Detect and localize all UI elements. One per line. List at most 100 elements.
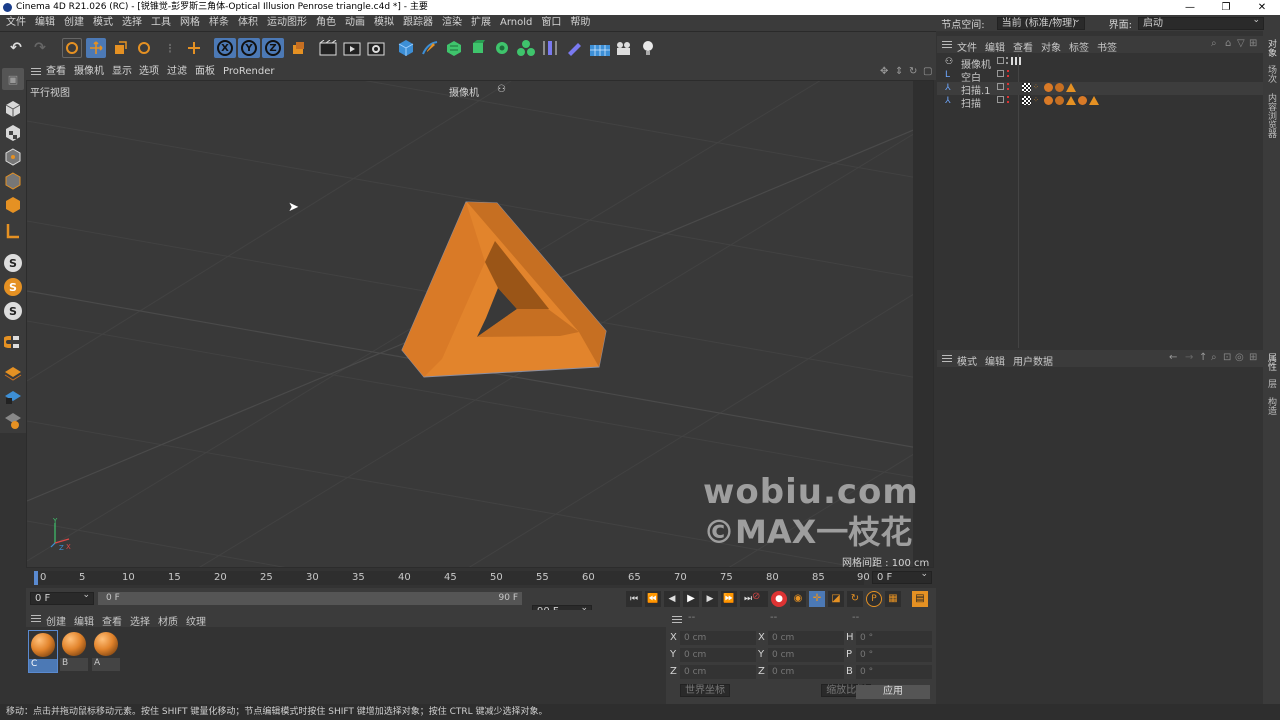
- play-icon[interactable]: ▶: [683, 591, 699, 607]
- key-parameter-icon[interactable]: P: [866, 591, 882, 607]
- phong-tag-icon[interactable]: [1022, 96, 1031, 105]
- bend-deformer-icon[interactable]: [540, 38, 560, 58]
- render-settings-icon[interactable]: [366, 38, 386, 58]
- light-object-icon[interactable]: [638, 38, 658, 58]
- node-space-dropdown[interactable]: 当前 (标准/物理): [996, 15, 1085, 30]
- object-filter-icon[interactable]: ▽: [1237, 38, 1245, 49]
- range-slider[interactable]: 0 F 90 F: [98, 592, 522, 605]
- attribute-menu-edit[interactable]: 编辑: [985, 353, 1005, 368]
- attribute-new-window-icon[interactable]: ⊞: [1249, 352, 1257, 363]
- menu-mograph[interactable]: 运动图形: [267, 15, 307, 31]
- camera-display-tag-icon[interactable]: [1011, 57, 1021, 65]
- solo-hierarchy-icon[interactable]: S: [2, 300, 24, 322]
- timeline-window-icon[interactable]: ▤: [912, 591, 928, 607]
- polygon-selection-tag-icon[interactable]: [1066, 96, 1076, 105]
- move-tool-icon[interactable]: [86, 38, 106, 58]
- enable-snap-icon[interactable]: [2, 331, 24, 353]
- camera-object-icon[interactable]: [614, 38, 634, 58]
- visibility-dots-icon[interactable]: [1007, 83, 1010, 90]
- viewport-menu-display[interactable]: 显示: [112, 63, 132, 80]
- object-menu-edit[interactable]: 编辑: [985, 39, 1005, 54]
- menu-mesh[interactable]: 网格: [180, 15, 200, 31]
- tab-structure[interactable]: 构造: [1265, 397, 1278, 415]
- mograph-array-icon[interactable]: [516, 38, 536, 58]
- attribute-search-icon[interactable]: ⌕: [1211, 352, 1217, 363]
- menu-character[interactable]: 角色: [316, 15, 336, 31]
- object-search-icon[interactable]: ⌕: [1211, 38, 1217, 49]
- timeline-playhead[interactable]: [34, 571, 38, 585]
- tweak-mode-icon[interactable]: [2, 385, 24, 407]
- viewport-menu-icon[interactable]: [31, 68, 41, 75]
- viewport-menu-view[interactable]: 查看: [46, 63, 66, 80]
- solo-view-icon[interactable]: S: [2, 252, 24, 274]
- axis-mode-icon[interactable]: [2, 361, 24, 383]
- viewport-pan-icon[interactable]: ✥: [880, 63, 888, 80]
- position-x-field[interactable]: 0 cm: [680, 631, 756, 645]
- viewport-menu-filter[interactable]: 过滤: [167, 63, 187, 80]
- back-arrow-icon[interactable]: ←: [1169, 352, 1177, 363]
- size-z-field[interactable]: 0 cm: [768, 665, 844, 679]
- menu-arnold[interactable]: Arnold: [500, 15, 532, 31]
- viewport-menu-cameras[interactable]: 摄像机: [74, 63, 104, 80]
- next-key-icon[interactable]: ⏩: [721, 591, 737, 607]
- menu-extensions[interactable]: 扩展: [471, 15, 491, 31]
- model-mode-icon[interactable]: [2, 98, 24, 120]
- go-to-start-icon[interactable]: ⏮: [626, 591, 642, 607]
- subdivision-surface-icon[interactable]: [444, 38, 464, 58]
- recent-tools-icon[interactable]: ⋮: [160, 38, 180, 58]
- object-menu-view[interactable]: 查看: [1013, 39, 1033, 54]
- menu-select[interactable]: 选择: [122, 15, 142, 31]
- lock-icon[interactable]: ⊡: [1223, 352, 1231, 363]
- viewport-menu-options[interactable]: 选项: [139, 63, 159, 80]
- viewport-menu-prorender[interactable]: ProRender: [223, 63, 274, 80]
- x-axis-lock-button[interactable]: X: [214, 38, 236, 58]
- key-position-icon[interactable]: ✛: [809, 591, 825, 607]
- position-z-field[interactable]: 0 cm: [680, 665, 756, 679]
- object-row-camera[interactable]: ⚇ 摄像机: [945, 56, 991, 71]
- attribute-menu-mode[interactable]: 模式: [957, 353, 977, 368]
- solo-single-icon[interactable]: S: [2, 276, 24, 298]
- add-tool-icon[interactable]: [184, 38, 204, 58]
- object-menu-icon[interactable]: [942, 41, 952, 48]
- tab-layers[interactable]: 层: [1265, 379, 1278, 388]
- viewport-3d[interactable]: 平行视图 摄像机 ⚇ ➤ wobiu.com ©MAX一枝花 网格间距 : 10…: [26, 80, 934, 568]
- min-frame-field[interactable]: 0 F: [30, 590, 94, 605]
- menu-file[interactable]: 文件: [6, 15, 26, 31]
- menu-spline[interactable]: 样条: [209, 15, 229, 31]
- menu-mode[interactable]: 模式: [93, 15, 113, 31]
- object-row-sweep-1[interactable]: ⅄ 扫描.1: [945, 82, 991, 97]
- material-swatch-a[interactable]: A: [92, 630, 122, 673]
- make-editable-icon[interactable]: ▣: [2, 68, 24, 90]
- object-menu-file[interactable]: 文件: [957, 39, 977, 54]
- timeline-ruler[interactable]: 0 5 10 15 20 25 30 35 40 45 50 55 60 65 …: [26, 568, 936, 588]
- apply-button[interactable]: 应用: [856, 685, 930, 699]
- material-tag-icon[interactable]: [1044, 96, 1053, 105]
- current-frame-field[interactable]: 0 F: [872, 569, 932, 584]
- material-swatch-b[interactable]: B: [60, 630, 90, 673]
- restore-button[interactable]: ❐: [1208, 0, 1244, 15]
- edges-mode-icon[interactable]: [2, 170, 24, 192]
- material-menu-select[interactable]: 选择: [130, 613, 150, 628]
- prev-key-icon[interactable]: ⏪: [645, 591, 661, 607]
- menu-simulate[interactable]: 模拟: [374, 15, 394, 31]
- material-menu-material[interactable]: 材质: [158, 613, 178, 628]
- minimize-button[interactable]: —: [1172, 0, 1208, 15]
- key-pla-icon[interactable]: ▦: [885, 591, 901, 607]
- render-to-picture-viewer-icon[interactable]: [342, 38, 362, 58]
- live-selection-icon[interactable]: [62, 38, 82, 58]
- material-menu-create[interactable]: 创建: [46, 613, 66, 628]
- rotation-p-field[interactable]: 0 °: [856, 648, 932, 662]
- record-keyframe-icon[interactable]: ●: [771, 591, 787, 607]
- object-row-sweep[interactable]: ⅄ 扫描: [945, 95, 981, 110]
- size-y-field[interactable]: 0 cm: [768, 648, 844, 662]
- layer-toggle-icon[interactable]: [997, 57, 1004, 64]
- size-x-field[interactable]: 0 cm: [768, 631, 844, 645]
- coordinate-system-icon[interactable]: [288, 38, 308, 58]
- close-button[interactable]: ✕: [1244, 0, 1280, 15]
- material-tag-icon[interactable]: [1078, 96, 1087, 105]
- material-tag-icon[interactable]: [1055, 96, 1064, 105]
- phong-tag-icon[interactable]: [1022, 83, 1031, 92]
- menu-render[interactable]: 渲染: [442, 15, 462, 31]
- viewport-maximize-icon[interactable]: ▢: [923, 63, 932, 80]
- redo-icon[interactable]: ↷: [30, 38, 50, 58]
